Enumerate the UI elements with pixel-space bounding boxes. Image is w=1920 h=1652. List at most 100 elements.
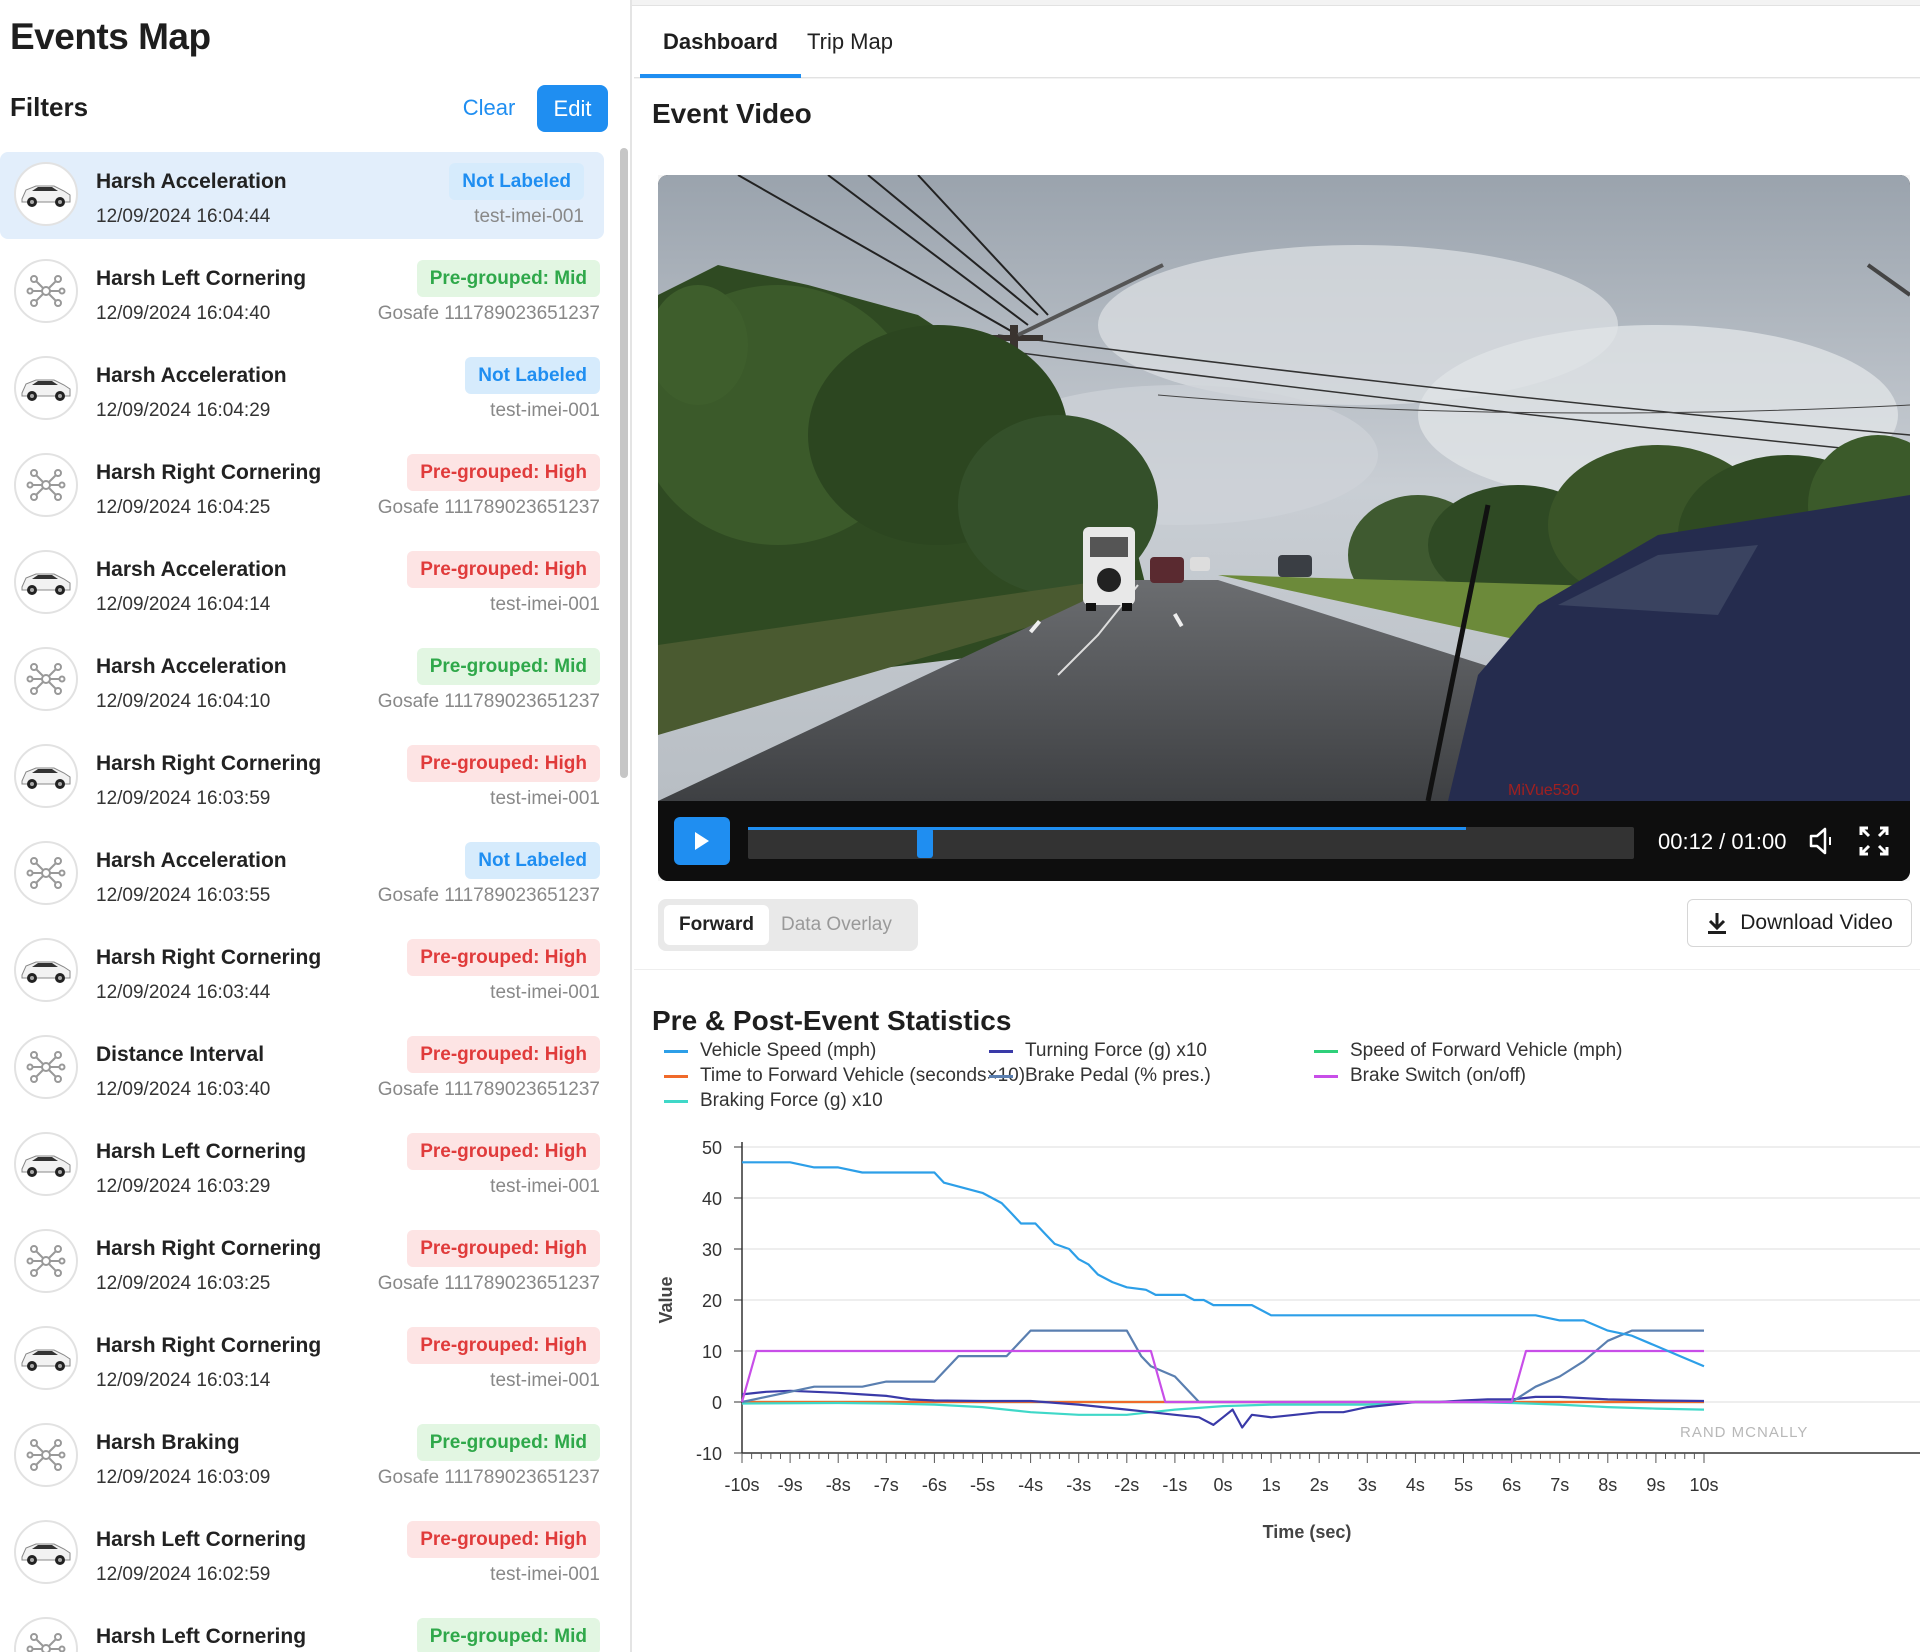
car-icon [14,1132,78,1196]
event-title: Harsh Right Cornering [96,461,322,484]
status-badge: Pre-grouped: High [407,939,600,976]
event-timestamp: 12/09/2024 16:04:40 [96,303,271,324]
event-title: Harsh Braking [96,1431,240,1454]
event-device: test-imei-001 [490,1176,600,1197]
event-title: Harsh Left Cornering [96,1140,307,1163]
statistics-chart: -10 0 10 20 30 40 50 -10s -9s -8s -7s -6s -5s -4s -3s -… [656,1138,1920,1542]
view-forward-button[interactable]: Forward [664,905,769,945]
event-timestamp: 12/09/2024 16:03:09 [96,1467,271,1488]
edit-filters-button[interactable]: Edit [537,85,608,132]
x-tick-label: 9s [1646,1475,1665,1495]
event-title: Harsh Acceleration [96,849,287,872]
event-timestamp: 12/09/2024 16:04:14 [96,594,271,615]
event-title: Harsh Right Cornering [96,1237,322,1260]
page-title: Events Map [10,16,211,57]
event-title: Harsh Acceleration [96,364,287,387]
event-list-scrollbar[interactable] [620,148,628,778]
status-badge: Pre-grouped: High [407,551,600,588]
status-badge: Pre-grouped: Mid [416,1618,600,1652]
status-badge: Pre-grouped: High [407,1133,600,1170]
tab-dashboard[interactable]: Dashboard [640,6,801,78]
event-title: Harsh Acceleration [96,170,287,193]
event-title: Harsh Left Cornering [96,1625,307,1648]
event-list-item[interactable]: Harsh Acceleration 12/09/2024 16:04:44 Not… [0,152,604,239]
event-timestamp: 12/09/2024 16:04:25 [96,497,271,518]
network-icon [14,1035,78,1099]
event-list-item[interactable]: Harsh Left Cornering Pre-grouped: Mid [0,1607,620,1652]
event-list-item[interactable]: Harsh Acceleration 12/09/2024 16:04:29 Not… [0,346,620,443]
x-tick-label: -4s [1018,1475,1043,1495]
event-device: Gosafe 111789023651237 [377,1467,600,1488]
video-player[interactable]: MiVue530 00:12 / 01:00 [658,175,1910,881]
event-list-item[interactable]: Harsh Right Cornering 12/09/2024 16:04:25… [0,443,620,540]
event-video-title: Event Video [652,98,812,129]
y-tick-label: 20 [702,1291,722,1311]
status-badge: Pre-grouped: High [407,1327,600,1364]
event-list-item[interactable]: Harsh Acceleration 12/09/2024 16:04:14 Pre… [0,540,620,637]
event-list-item[interactable]: Harsh Right Cornering 12/09/2024 16:03:44… [0,928,620,1025]
progress-handle[interactable] [917,828,934,858]
event-title: Harsh Left Cornering [96,267,307,290]
status-badge: Not Labeled [465,842,600,879]
x-tick-label: -6s [922,1475,947,1495]
event-timestamp: 12/09/2024 16:03:25 [96,1273,271,1294]
chart-watermark: RAND MCNALLY [1680,1424,1808,1441]
tab-trip-map[interactable]: Trip Map [784,6,916,78]
event-list-item[interactable]: Harsh Left Cornering 12/09/2024 16:04:40 P… [0,249,620,346]
volume-icon[interactable] [1808,825,1838,857]
network-icon [14,1617,78,1652]
status-badge: Pre-grouped: High [407,1521,600,1558]
status-badge: Not Labeled [465,357,600,394]
event-list-item[interactable]: Harsh Left Cornering 12/09/2024 16:02:59 P… [0,1510,620,1607]
car-icon [14,1326,78,1390]
event-title: Harsh Right Cornering [96,1334,322,1357]
event-device: Gosafe 111789023651237 [377,1079,600,1100]
event-list-item[interactable]: Harsh Right Cornering 12/09/2024 16:03:25… [0,1219,620,1316]
event-list-item[interactable]: Harsh Right Cornering 12/09/2024 16:03:59… [0,734,620,831]
series-line-1 [741,1389,1705,1429]
play-button[interactable] [674,817,730,865]
event-list-item[interactable]: Harsh Right Cornering 12/09/2024 16:03:14… [0,1316,620,1413]
tab-bar: Dashboard Trip Map [634,6,1920,78]
y-tick-label: 0 [712,1393,722,1413]
view-toggle: Forward Data Overlay [658,899,918,951]
fullscreen-icon[interactable] [1858,825,1890,857]
download-video-button[interactable]: Download Video [1687,899,1912,947]
event-video-card: Event Video MiVue530 00:12 / 01:00 Forwa… [634,79,1920,969]
x-tick-label: 0s [1213,1475,1232,1495]
dashboard-panel: Dashboard Trip Map Event Video MiVue530 … [634,6,1920,1652]
car-icon [14,744,78,808]
event-title: Harsh Acceleration [96,558,287,581]
x-tick-label: 2s [1310,1475,1329,1495]
event-timestamp: 12/09/2024 16:04:29 [96,400,271,421]
x-tick-label: -10s [724,1475,759,1495]
view-data-overlay-button[interactable]: Data Overlay [766,905,907,945]
event-list-item[interactable]: Harsh Braking 12/09/2024 16:03:09 Pre-grou… [0,1413,620,1510]
x-tick-label: -2s [1114,1475,1139,1495]
event-list-item[interactable]: Harsh Left Cornering 12/09/2024 16:03:29 P… [0,1122,620,1219]
y-tick-label: 10 [702,1342,722,1362]
event-list-item[interactable]: Harsh Acceleration 12/09/2024 16:03:55 Not… [0,831,620,928]
status-badge: Pre-grouped: Mid [416,648,600,685]
event-timestamp: 12/09/2024 16:02:59 [96,1564,271,1585]
event-list-item[interactable]: Harsh Acceleration 12/09/2024 16:04:10 Pre… [0,637,620,734]
video-area: MiVue530 00:12 / 01:00 [658,175,1910,881]
video-progress-bar[interactable] [748,827,1634,859]
event-timestamp: 12/09/2024 16:03:55 [96,885,271,906]
event-timestamp: 12/09/2024 16:03:44 [96,982,271,1003]
camera-watermark: MiVue530 [1508,782,1580,799]
x-tick-label: 8s [1598,1475,1617,1495]
event-timestamp: 12/09/2024 16:04:10 [96,691,271,712]
dashcam-frame: MiVue530 [658,175,1910,802]
event-timestamp: 12/09/2024 16:03:14 [96,1370,271,1391]
car-icon [14,938,78,1002]
car-icon [14,550,78,614]
play-icon [695,832,709,850]
event-list-item[interactable]: Distance Interval 12/09/2024 16:03:40 Pre-… [0,1025,620,1122]
series-line-6 [741,1400,1705,1416]
clear-filters-button[interactable]: Clear [455,85,523,131]
x-axis-label: Time (sec) [1263,1522,1352,1542]
network-icon [14,1423,78,1487]
network-icon [14,647,78,711]
status-badge: Pre-grouped: Mid [416,260,600,297]
